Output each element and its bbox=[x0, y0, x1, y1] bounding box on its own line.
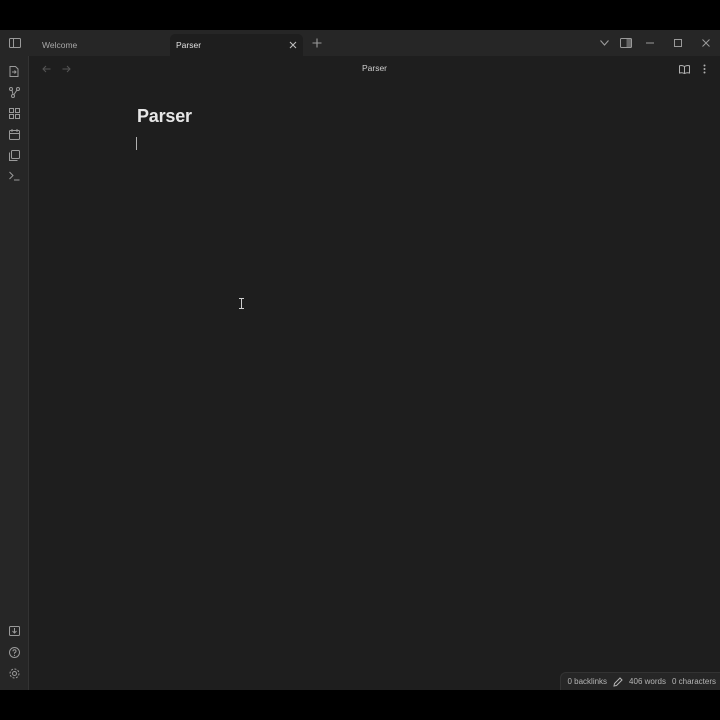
minimize-icon[interactable] bbox=[639, 30, 661, 56]
status-bar: 0 backlinks 406 words 0 characters bbox=[560, 672, 720, 690]
reading-view-icon[interactable] bbox=[675, 60, 693, 78]
backlinks-count[interactable]: 0 backlinks bbox=[567, 677, 607, 686]
view-header: Parser bbox=[29, 56, 720, 82]
tab-label: Welcome bbox=[42, 40, 78, 50]
tab-welcome[interactable]: Welcome bbox=[33, 34, 168, 56]
left-ribbon bbox=[0, 56, 29, 690]
canvas-icon[interactable] bbox=[4, 104, 24, 122]
character-count: 0 characters bbox=[671, 677, 716, 686]
maximize-icon[interactable] bbox=[667, 30, 689, 56]
open-vault-icon[interactable] bbox=[4, 622, 24, 640]
title-bar: Welcome Parser bbox=[0, 30, 720, 56]
text-cursor-icon bbox=[238, 298, 245, 309]
help-icon[interactable] bbox=[4, 643, 24, 661]
word-count: 406 words bbox=[629, 677, 666, 686]
right-sidebar-toggle-icon[interactable] bbox=[615, 30, 637, 56]
app-window: Welcome Parser Parser Parser 0 backlinks… bbox=[0, 30, 720, 690]
command-palette-icon[interactable] bbox=[4, 167, 24, 185]
note-title[interactable]: Parser bbox=[137, 106, 192, 127]
tab-parser[interactable]: Parser bbox=[170, 34, 303, 56]
open-quick-switcher-icon[interactable] bbox=[4, 62, 24, 80]
close-window-icon[interactable] bbox=[695, 30, 717, 56]
text-caret bbox=[136, 137, 137, 150]
tab-list-chevron-icon[interactable] bbox=[593, 30, 615, 56]
more-options-icon[interactable] bbox=[695, 60, 713, 78]
daily-note-icon[interactable] bbox=[4, 125, 24, 143]
graph-view-icon[interactable] bbox=[4, 83, 24, 101]
new-tab-icon[interactable] bbox=[306, 30, 328, 56]
edit-mode-icon[interactable] bbox=[613, 676, 623, 687]
view-title: Parser bbox=[361, 63, 388, 73]
close-tab-icon[interactable] bbox=[286, 38, 300, 52]
sidebar-toggle-icon[interactable] bbox=[4, 30, 26, 56]
templates-icon[interactable] bbox=[4, 146, 24, 164]
tab-label: Parser bbox=[176, 40, 202, 50]
settings-icon[interactable] bbox=[4, 664, 24, 682]
